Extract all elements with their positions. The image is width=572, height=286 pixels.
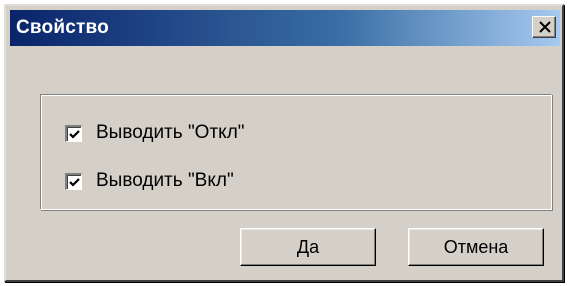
checkmark-icon: [69, 177, 80, 187]
options-group: Выводить "Откл" Выводить "Вкл": [40, 94, 552, 210]
option-show-off[interactable]: Выводить "Откл": [65, 123, 245, 143]
property-dialog: Свойство Выводить "Откл" Выводить "Вкл": [4, 4, 564, 282]
cancel-button[interactable]: Отмена: [408, 228, 544, 266]
show-off-checkbox[interactable]: [65, 124, 82, 142]
close-button[interactable]: [532, 16, 556, 38]
show-on-label: Выводить "Вкл": [96, 170, 234, 191]
title-bar[interactable]: Свойство: [10, 10, 560, 46]
show-off-label: Выводить "Откл": [96, 122, 245, 143]
checkmark-icon: [69, 129, 80, 139]
ok-button[interactable]: Да: [240, 228, 376, 266]
window-title: Свойство: [16, 17, 109, 38]
show-on-checkbox[interactable]: [65, 172, 82, 190]
close-icon: [539, 21, 551, 33]
option-show-on[interactable]: Выводить "Вкл": [65, 171, 234, 191]
